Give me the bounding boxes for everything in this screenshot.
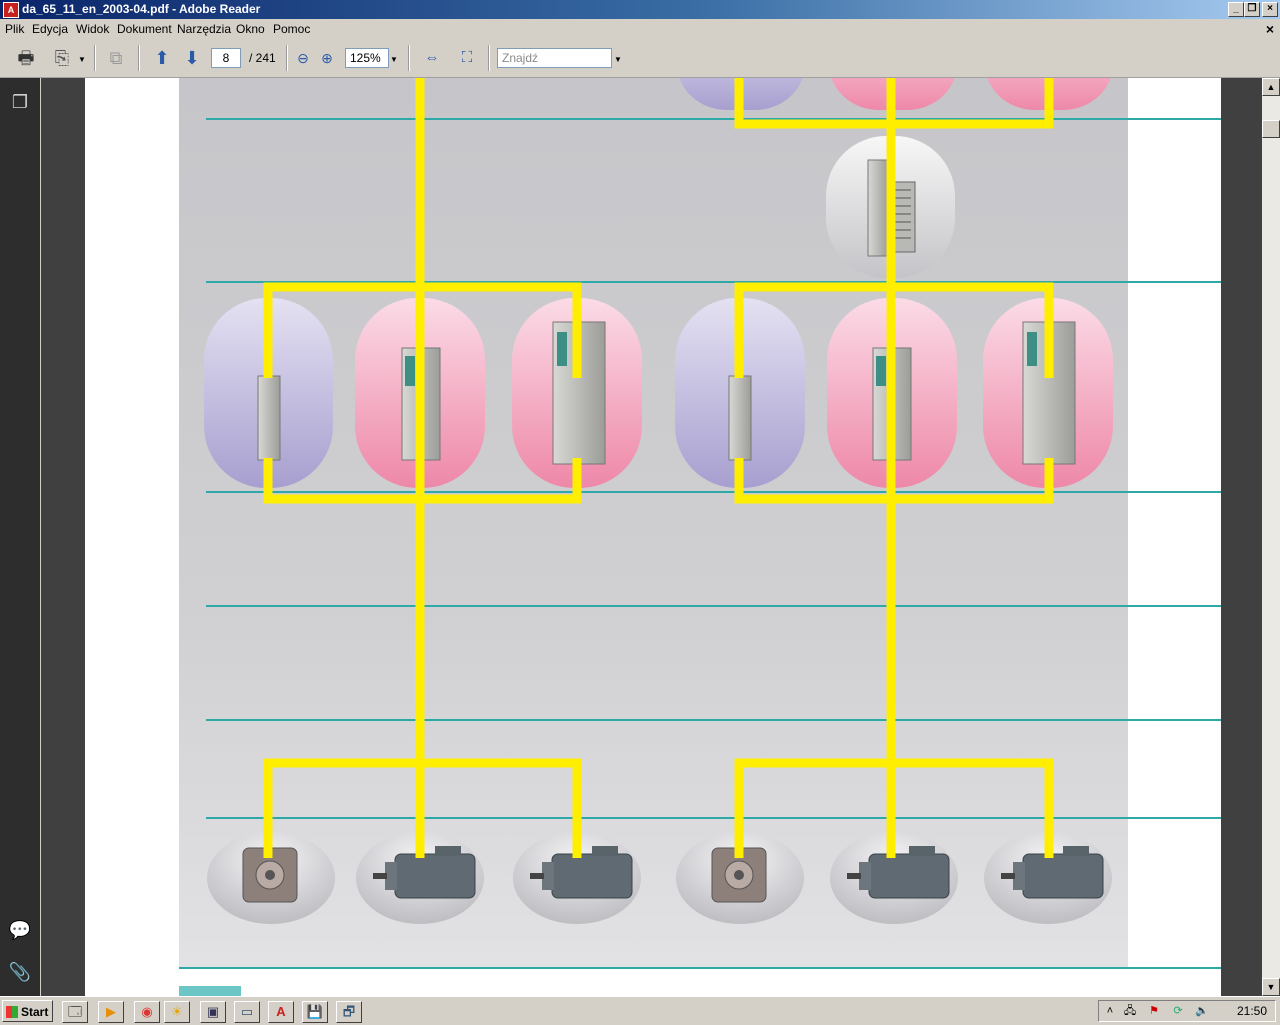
chrome-icon[interactable]: ◉: [134, 1001, 160, 1023]
next-page-icon[interactable]: ⬇: [180, 46, 204, 70]
close-button[interactable]: ×: [1262, 2, 1278, 17]
minimize-button[interactable]: _: [1228, 2, 1244, 17]
restore-button[interactable]: ❐: [1244, 2, 1260, 17]
pdf-page: [85, 78, 1221, 996]
scroll-down-button[interactable]: ▼: [1262, 978, 1280, 996]
page-total: / 241: [249, 51, 276, 65]
comments-icon[interactable]: 💬: [8, 918, 32, 942]
toolbar-separator: [138, 45, 140, 71]
pages-icon[interactable]: ❐: [8, 90, 32, 114]
monitor-icon[interactable]: ▭: [234, 1001, 260, 1023]
document-area: [41, 78, 1262, 996]
drive-system-diagram: [179, 78, 1221, 996]
chevron-down-icon[interactable]: ▼: [78, 55, 86, 64]
floppy-save-icon[interactable]: 💾: [302, 1001, 328, 1023]
toolbar-separator: [94, 45, 96, 71]
fit-page-icon[interactable]: ⛶: [455, 46, 479, 70]
menu-tools[interactable]: Narzędzia: [177, 22, 231, 36]
windows-flag-icon: [6, 1006, 18, 1018]
toolbar-separator: [488, 45, 490, 71]
scroll-thumb[interactable]: [1262, 120, 1280, 138]
fit-width-icon[interactable]: ⇔: [420, 46, 444, 70]
menu-view[interactable]: Widok: [76, 22, 109, 36]
attachments-icon[interactable]: 📎: [8, 960, 32, 984]
title-bar: A da_65_11_en_2003-04.pdf - Adobe Reader…: [0, 0, 1280, 19]
sun-icon[interactable]: ☀: [164, 1001, 190, 1023]
zoom-in-icon[interactable]: ⊕: [315, 46, 339, 70]
sync-icon[interactable]: ⟳: [1171, 1004, 1185, 1018]
motors: [207, 832, 1112, 924]
menu-file[interactable]: Plik: [5, 22, 24, 36]
line-module-device: [728, 375, 752, 461]
security-alert-icon[interactable]: ⚑: [1147, 1004, 1161, 1018]
zoom-out-icon[interactable]: ⊖: [291, 46, 315, 70]
collaborate-icon[interactable]: ⧉: [104, 46, 128, 70]
page-tab: [179, 986, 241, 996]
vertical-scrollbar[interactable]: ▲ ▼: [1262, 78, 1280, 996]
print-icon[interactable]: 🖶: [14, 46, 38, 70]
package-icon[interactable]: ▣: [200, 1001, 226, 1023]
system-tray: ˄ 🖧 ⚑ ⟳ 🔈 21:50: [1098, 1000, 1276, 1022]
find-dropdown-icon[interactable]: ▼: [614, 55, 622, 64]
window-title: da_65_11_en_2003-04.pdf - Adobe Reader: [22, 2, 261, 16]
menu-bar: Plik Edycja Widok Dokument Narzędzia Okn…: [0, 19, 1280, 39]
previous-page-icon[interactable]: ⬆: [150, 46, 174, 70]
find-input[interactable]: Znajdź: [497, 48, 612, 68]
chevron-up-icon[interactable]: ˄: [1103, 1004, 1117, 1018]
scroll-up-button[interactable]: ▲: [1262, 78, 1280, 96]
explorer-icon[interactable]: 🗔: [62, 1001, 88, 1023]
menu-window[interactable]: Okno: [236, 22, 265, 36]
window-icon[interactable]: 🗗: [336, 1001, 362, 1023]
document-close-button[interactable]: ×: [1266, 21, 1274, 37]
toolbar-separator: [408, 45, 410, 71]
adobe-reader-icon[interactable]: A: [268, 1001, 294, 1023]
page-number-input[interactable]: 8: [211, 48, 241, 68]
line-module-device: [257, 375, 281, 461]
network-icon[interactable]: 🖧: [1123, 1004, 1137, 1018]
menu-edit[interactable]: Edycja: [32, 22, 68, 36]
drive-modules: [204, 298, 1113, 488]
start-button[interactable]: Start: [2, 1000, 53, 1022]
toolbar-separator: [286, 45, 288, 71]
menu-document[interactable]: Dokument: [117, 22, 172, 36]
menu-help[interactable]: Pomoc: [273, 22, 310, 36]
taskbar: Start 🗔 ▶ ◉ ☀ ▣ ▭ A 💾 🗗 ˄ 🖧 ⚑ ⟳ 🔈 21:50: [0, 996, 1280, 1025]
media-player-icon[interactable]: ▶: [98, 1001, 124, 1023]
pdf-icon: A: [3, 2, 19, 18]
zoom-dropdown-icon[interactable]: ▼: [390, 55, 398, 64]
clock: 21:50: [1236, 1004, 1267, 1018]
start-label: Start: [21, 1005, 49, 1019]
save-copy-icon[interactable]: ⎘: [50, 46, 74, 70]
toolbar: 🖶 ⎘ ▼ ⧉ ⬆ ⬇ ⊖ ⊕ ▼ ⇔ ⛶ ▼: [0, 39, 1280, 78]
zoom-level-field[interactable]: 125%: [345, 48, 389, 68]
navigation-panel: ❐ 💬 📎: [0, 78, 40, 996]
volume-icon[interactable]: 🔈: [1195, 1004, 1209, 1018]
